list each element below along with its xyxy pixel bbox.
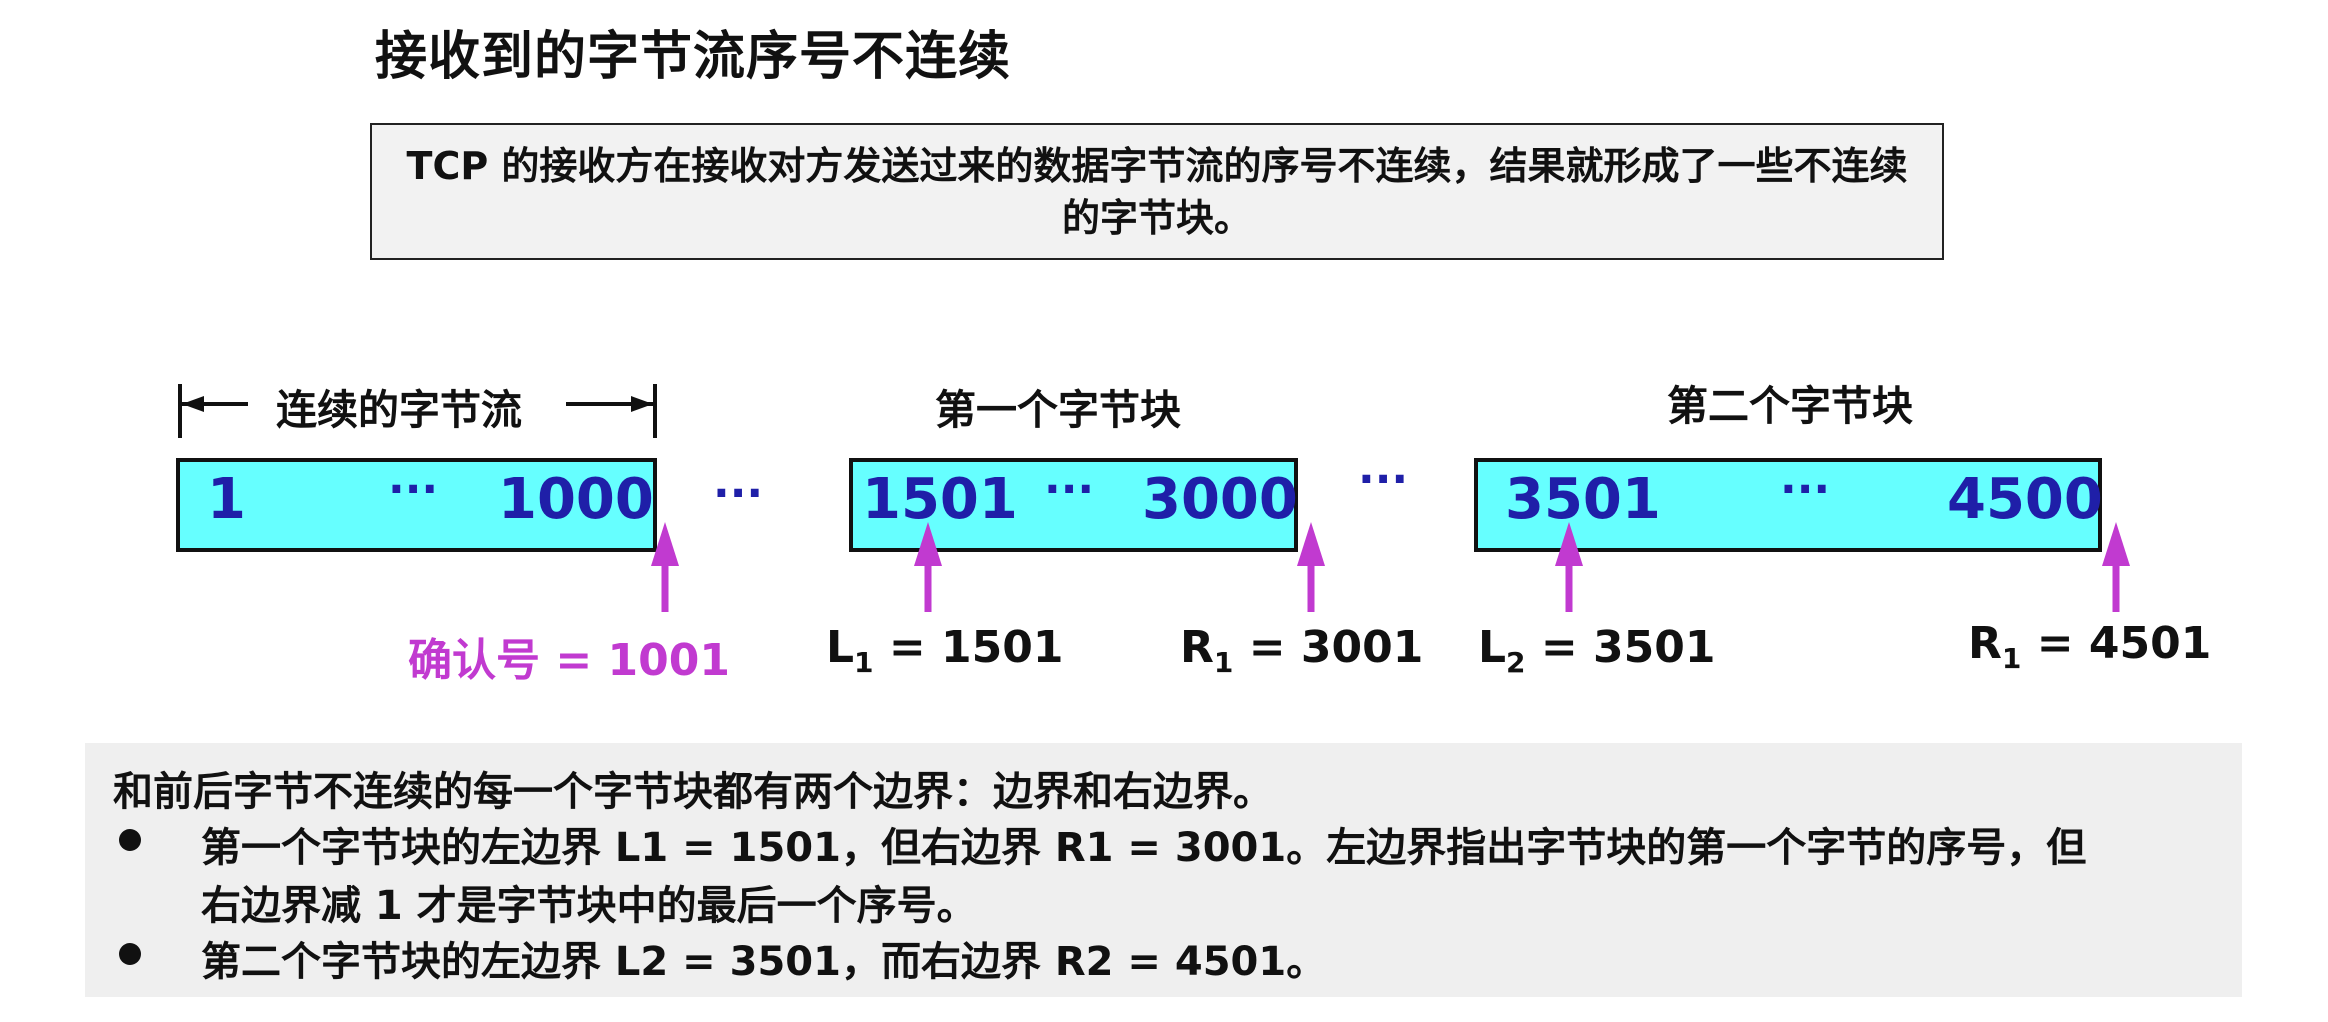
r1-value: = 3001 (1233, 622, 1424, 673)
notes-bullet1-line1: 第一个字节块的左边界 L1 = 1501，但右边界 R1 = 3001。左边界指… (201, 825, 2087, 871)
r1-label: R1 = 3001 (1180, 622, 1423, 679)
notes-bullet1-line2: 右边界减 1 才是字节块中的最后一个序号。 (201, 883, 977, 929)
ack-number-label: 确认号 = 1001 (408, 635, 730, 686)
r2-subscript: 1 (2001, 642, 2022, 675)
l2-subscript: 2 (1506, 646, 1526, 679)
arrow-ack (651, 522, 679, 612)
r1-subscript: 1 (1213, 646, 1234, 679)
bullet-2 (119, 943, 141, 965)
notes-panel: 和前后字节不连续的每一个字节块都有两个边界：边界和右边界。 第一个字节块的左边界… (85, 743, 2242, 997)
notes-lead: 和前后字节不连续的每一个字节块都有两个边界：边界和右边界。 (113, 769, 1273, 815)
l1-subscript: 1 (854, 646, 874, 679)
r1-letter: R (1180, 622, 1214, 673)
l1-letter: L (826, 622, 855, 673)
l2-letter: L (1478, 622, 1507, 673)
arrow-r1 (1297, 522, 1325, 612)
arrow-l1 (914, 522, 942, 612)
r2-value: = 4501 (2021, 618, 2212, 669)
l1-value: = 1501 (873, 622, 1064, 673)
arrow-r2 (2102, 522, 2130, 612)
arrow-l2 (1555, 522, 1583, 612)
l1-label: L1 = 1501 (826, 622, 1064, 679)
l2-label: L2 = 3501 (1478, 622, 1716, 679)
l2-value: = 3501 (1525, 622, 1716, 673)
r2-letter: R (1968, 618, 2002, 669)
continuous-span-bracket (178, 384, 657, 438)
r2-label: R1 = 4501 (1968, 618, 2211, 675)
bullet-1 (119, 829, 141, 851)
notes-bullet2: 第二个字节块的左边界 L2 = 3501，而右边界 R2 = 4501。 (201, 939, 1327, 985)
